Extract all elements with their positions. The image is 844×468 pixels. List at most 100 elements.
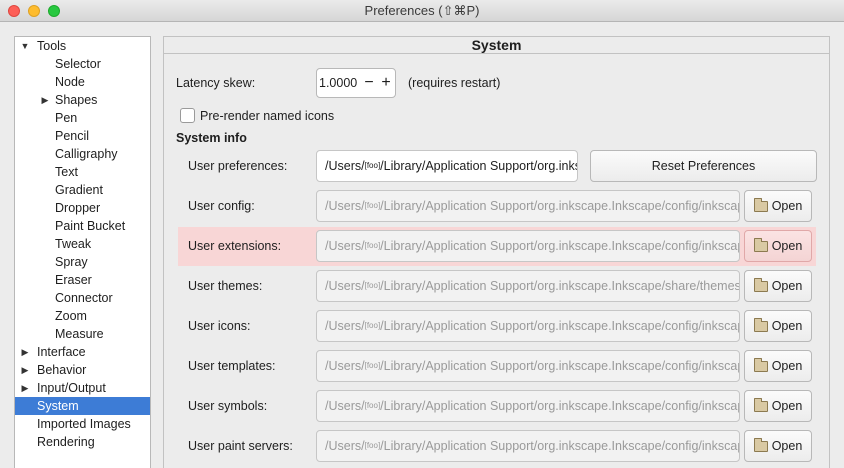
sidebar-item-label: Connector [55,291,113,305]
path-prefix: /Users/ [325,159,365,173]
user-templates-path-field[interactable]: /Users/[foo]/Library/Application Support… [316,350,740,382]
user-paint-servers-path-field[interactable]: /Users/[foo]/Library/Application Support… [316,430,740,462]
user-config-path-field[interactable]: /Users/[foo]/Library/Application Support… [316,190,740,222]
sidebar-item-label: Calligraphy [55,147,118,161]
sidebar-item-node[interactable]: Node [15,73,150,91]
user-symbols-open-button[interactable]: Open [744,390,812,422]
sidebar-item-spray[interactable]: Spray [15,253,150,271]
expand-triangle-icon[interactable]: ▶ [19,379,31,397]
sidebar-item-label: Imported Images [37,417,131,431]
open-button-label: Open [771,439,803,453]
pre-render-icons-checkbox[interactable] [180,108,195,123]
sidebar-item-label: Gradient [55,183,103,197]
path-text: /Library/Application Support/org.inkscap… [380,319,739,333]
latency-skew-spinbutton[interactable]: 1.0000 − + [316,68,396,98]
user-extensions-label: User extensions: [188,239,282,253]
open-button-label: Open [771,399,803,413]
user-themes-open-button[interactable]: Open [744,270,812,302]
open-button-label: Open [771,279,803,293]
decrement-button[interactable]: − [362,72,376,94]
preferences-tree[interactable]: ▼ Tools Selector Node ▶ Shapes Pen Pencil Callig… [14,36,151,468]
sidebar-item-label: Eraser [55,273,92,287]
open-button-label: Open [771,359,803,373]
user-icons-label: User icons: [188,319,251,333]
user-templates-open-button[interactable]: Open [744,350,812,382]
sidebar-item-measure[interactable]: Measure [15,325,150,343]
sidebar-item-eraser[interactable]: Eraser [15,271,150,289]
sidebar-item-label: Zoom [55,309,87,323]
sidebar-item-pen[interactable]: Pen [15,109,150,127]
sidebar-item-rendering[interactable]: Rendering [15,433,150,451]
sidebar-item-gradient[interactable]: Gradient [15,181,150,199]
user-placeholder-tag: [foo] [364,401,381,410]
sidebar-item-dropper[interactable]: Dropper [15,199,150,217]
reset-preferences-button[interactable]: Reset Preferences [590,150,817,182]
user-extensions-path-field[interactable]: /Users/[foo]/Library/Application Support… [316,230,740,262]
user-paint-servers-open-button[interactable]: Open [744,430,812,462]
latency-skew-label: Latency skew: [176,76,256,90]
path-text: /Library/Application Support/org.inkscap… [380,279,740,293]
open-button-label: Open [771,199,803,213]
path-prefix: /Users/ [325,279,365,293]
user-placeholder-tag: [foo] [364,281,381,290]
sidebar-item-selector[interactable]: Selector [15,55,150,73]
window-title: Preferences (⇧⌘P) [364,3,480,18]
sidebar-item-zoom[interactable]: Zoom [15,307,150,325]
open-button-label: Open [771,239,803,253]
user-paint-servers-label: User paint servers: [188,439,293,453]
user-themes-label: User themes: [188,279,263,293]
sidebar-item-paint-bucket[interactable]: Paint Bucket [15,217,150,235]
increment-button[interactable]: + [379,72,393,94]
user-placeholder-tag: [foo] [364,441,381,450]
sidebar-item-shapes[interactable]: ▶ Shapes [15,91,150,109]
user-config-open-button[interactable]: Open [744,190,812,222]
path-text: /Library/Application Support/org.inkscap… [380,199,740,213]
user-placeholder-tag: [foo] [364,201,381,210]
path-text: /Library/Application Support/org.inkscap… [380,239,739,253]
expand-triangle-icon[interactable]: ▶ [39,91,51,109]
user-config-label: User config: [188,199,255,213]
collapse-triangle-icon[interactable]: ▼ [19,37,31,55]
sidebar-item-behavior[interactable]: ▶ Behavior [15,361,150,379]
sidebar-item-system[interactable]: System [15,397,150,415]
sidebar-item-label: Shapes [55,93,98,107]
sidebar-item-label: Selector [55,57,101,71]
user-extensions-open-button[interactable]: Open [744,230,812,262]
expand-triangle-icon[interactable]: ▶ [19,361,31,379]
sidebar-item-label: Measure [55,327,104,341]
path-prefix: /Users/ [325,399,365,413]
user-icons-open-button[interactable]: Open [744,310,812,342]
user-placeholder-tag: [foo] [364,241,381,250]
path-prefix: /Users/ [325,199,365,213]
sidebar-item-imported-images[interactable]: Imported Images [15,415,150,433]
folder-icon [753,278,768,292]
path-prefix: /Users/ [325,319,365,333]
path-text: /Library/Application Support/org.inkscap… [380,359,739,373]
latency-skew-value[interactable]: 1.0000 [319,76,357,90]
sidebar-item-pencil[interactable]: Pencil [15,127,150,145]
title-bar: Preferences (⇧⌘P) [0,0,844,22]
path-prefix: /Users/ [325,359,365,373]
expand-triangle-icon[interactable]: ▶ [19,343,31,361]
sidebar-item-calligraphy[interactable]: Calligraphy [15,145,150,163]
sidebar-item-label: Node [55,75,85,89]
user-symbols-path-field[interactable]: /Users/[foo]/Library/Application Support… [316,390,740,422]
sidebar-item-label: Dropper [55,201,101,215]
folder-icon [753,438,768,452]
folder-icon [753,318,768,332]
pre-render-icons-label[interactable]: Pre-render named icons [200,109,334,123]
sidebar-item-tools[interactable]: ▼ Tools [15,37,150,55]
sidebar-item-label: Behavior [37,363,87,377]
user-placeholder-tag: [foo] [364,161,381,170]
sidebar-item-interface[interactable]: ▶ Interface [15,343,150,361]
sidebar-item-text[interactable]: Text [15,163,150,181]
user-preferences-path-field[interactable]: /Users/[foo]/Library/Application Support… [316,150,578,182]
sidebar-item-tweak[interactable]: Tweak [15,235,150,253]
user-themes-path-field[interactable]: /Users/[foo]/Library/Application Support… [316,270,740,302]
sidebar-item-label: Pen [55,111,78,125]
sidebar-item-connector[interactable]: Connector [15,289,150,307]
sidebar-item-input-output[interactable]: ▶ Input/Output [15,379,150,397]
sidebar-item-label: System [37,399,79,413]
user-icons-path-field[interactable]: /Users/[foo]/Library/Application Support… [316,310,740,342]
user-placeholder-tag: [foo] [364,321,381,330]
